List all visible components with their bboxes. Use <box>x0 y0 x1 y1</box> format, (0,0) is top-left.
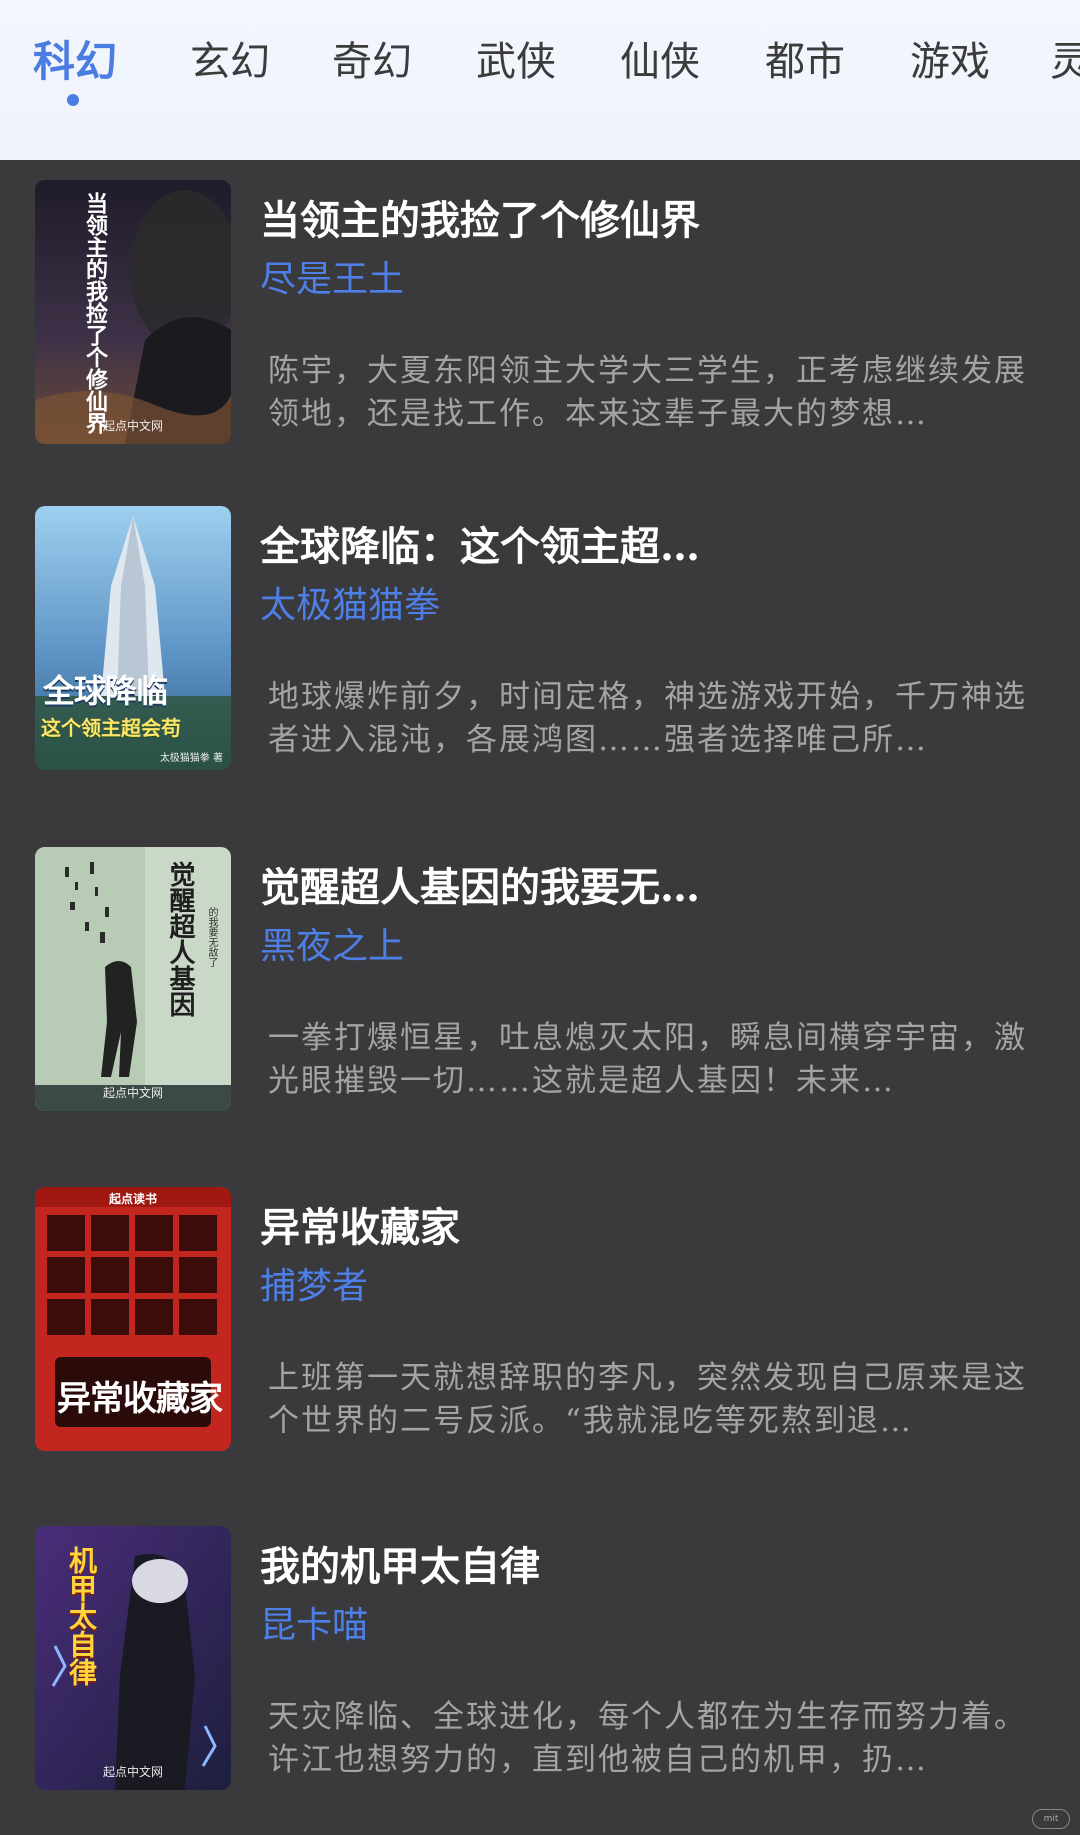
cover-author-mark: 太极猫猫拳 著 <box>159 753 223 764</box>
tab-wuxia[interactable]: 武侠 <box>466 28 566 88</box>
tab-xianxia[interactable]: 仙侠 <box>610 28 710 88</box>
book-item[interactable]: 机甲太自律 起点中文网 我的机甲太自律 昆卡喵 天灾降临、全球进化，每个人都在为… <box>0 1506 1080 1806</box>
cover-publisher: 起点中文网 <box>102 1086 163 1100</box>
active-tab-indicator <box>67 94 79 106</box>
cover-title-1: 当领主的我捡了个修仙界 <box>82 192 108 434</box>
cover-title-3: 觉醒超人基因 <box>165 861 195 1017</box>
book-item[interactable]: 当领主的我捡了个修仙界 起点中文网 当领主的我捡了个修仙界 尽是王土 陈宇，大夏… <box>0 160 1080 460</box>
cover-subtitle-2: 这个领主超会苟 <box>41 716 181 740</box>
cover-top-label-4: 起点读书 <box>108 1192 157 1206</box>
book-description: 天灾降临、全球进化，每个人都在为生存而努力着。许江也想努力的，直到他被自己的机甲… <box>268 1699 1027 1778</box>
book-author[interactable]: 昆卡喵 <box>260 1596 1040 1648</box>
cover-title-5: 机甲太自律 <box>65 1546 98 1686</box>
book-item[interactable]: 起点读书 异常收藏家 异常收藏家 捕梦者 上班第一天就想辞职的李凡，突然发现自己… <box>0 1167 1080 1467</box>
book-author[interactable]: 尽是王土 <box>260 250 1040 302</box>
book-description: 陈宇，大夏东阳领主大学大三学生，正考虑继续发展领地，还是找工作。本来这辈子最大的… <box>268 353 1027 432</box>
book-cover[interactable]: 觉醒超人基因 的我要无敌了 起点中文网 <box>35 847 231 1111</box>
watermark-badge: mit <box>1032 1809 1070 1829</box>
book-title[interactable]: 异常收藏家 <box>260 1195 1040 1253</box>
tab-sci-fi[interactable]: 科幻 <box>25 28 125 88</box>
book-cover[interactable]: 当领主的我捡了个修仙界 起点中文网 <box>35 180 231 444</box>
book-item[interactable]: 全球降临 这个领主超会苟 太极猫猫拳 著 全球降临：这个领主超… 太极猫猫拳 地… <box>0 486 1080 786</box>
category-tab-bar: 科幻 玄幻 奇幻 武侠 仙侠 都市 游戏 灵 <box>0 0 1080 160</box>
tab-urban[interactable]: 都市 <box>755 28 855 88</box>
tab-ling[interactable]: 灵 <box>1050 28 1080 88</box>
book-description: 一拳打爆恒星，吐息熄灭太阳，瞬息间横穿宇宙，激光眼摧毁一切……这就是超人基因！未… <box>268 1020 1027 1099</box>
book-title[interactable]: 觉醒超人基因的我要无… <box>260 855 1040 913</box>
book-author[interactable]: 太极猫猫拳 <box>260 576 1040 628</box>
book-title[interactable]: 全球降临：这个领主超… <box>260 514 1040 572</box>
cover-art-3 <box>35 847 231 1111</box>
book-author[interactable]: 捕梦者 <box>260 1257 1040 1309</box>
book-cover[interactable]: 起点读书 异常收藏家 <box>35 1187 231 1451</box>
cover-publisher: 起点中文网 <box>102 419 163 433</box>
cover-side-text-3: 的我要无敌了 <box>206 907 217 967</box>
book-title[interactable]: 我的机甲太自律 <box>260 1534 1040 1592</box>
book-item[interactable]: 觉醒超人基因 的我要无敌了 起点中文网 觉醒超人基因的我要无… 黑夜之上 一拳打… <box>0 827 1080 1127</box>
book-description: 地球爆炸前夕，时间定格，神选游戏开始，千万神选者进入混沌，各展鸿图……强者选择唯… <box>268 679 1027 758</box>
book-author[interactable]: 黑夜之上 <box>260 917 1040 969</box>
tab-games[interactable]: 游戏 <box>900 28 1000 88</box>
cover-publisher: 起点中文网 <box>102 1765 163 1779</box>
book-cover[interactable]: 机甲太自律 起点中文网 <box>35 1526 231 1790</box>
book-cover[interactable]: 全球降临 这个领主超会苟 太极猫猫拳 著 <box>35 506 231 770</box>
cover-title-4: 异常收藏家 <box>57 1379 223 1419</box>
tab-fantasy[interactable]: 奇幻 <box>322 28 422 88</box>
book-title[interactable]: 当领主的我捡了个修仙界 <box>260 188 1040 246</box>
cover-title-2: 全球降临 <box>43 672 168 710</box>
tab-xuanhuan[interactable]: 玄幻 <box>180 28 280 88</box>
book-description: 上班第一天就想辞职的李凡，突然发现自己原来是这个世界的二号反派。“我就混吃等死熬… <box>268 1360 1027 1439</box>
cover-art-1 <box>35 180 231 444</box>
book-list: 当领主的我捡了个修仙界 起点中文网 当领主的我捡了个修仙界 尽是王土 陈宇，大夏… <box>0 160 1080 1835</box>
